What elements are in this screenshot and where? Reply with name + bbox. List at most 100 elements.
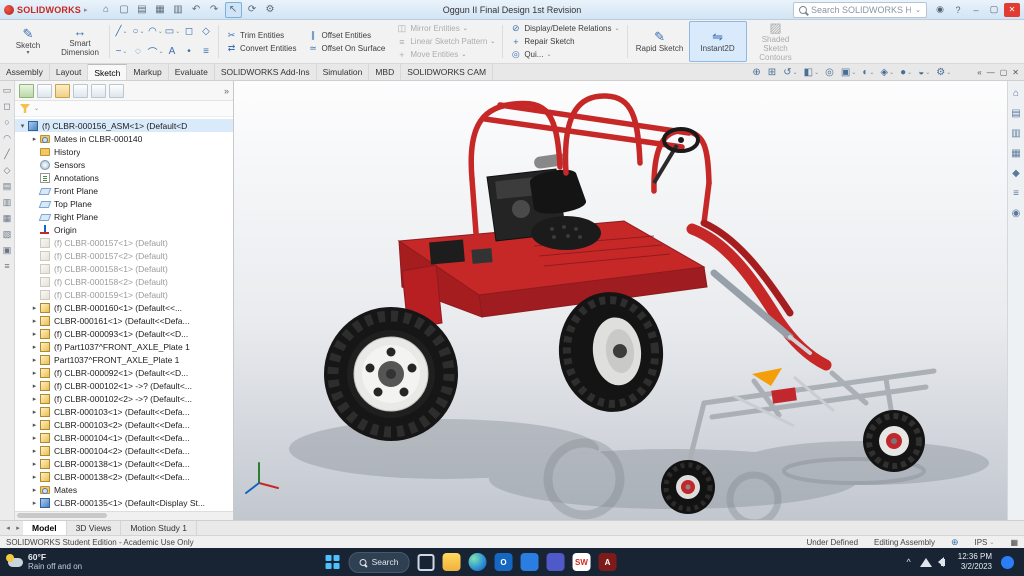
mirror-entities-button[interactable]: ◫ Mirror Entities ⌄ xyxy=(392,23,499,35)
redo-icon[interactable]: ↷ xyxy=(207,3,222,17)
save-icon[interactable]: ▦ xyxy=(153,3,168,17)
line-icon[interactable]: ╱⌄ xyxy=(113,22,130,42)
edit-appearance-icon[interactable]: ●⌄ xyxy=(900,67,912,78)
search-caret-icon[interactable]: ⌄ xyxy=(915,6,921,14)
propertymanager-tab-icon[interactable] xyxy=(37,84,52,98)
tree-item[interactable]: ▸ Part1037^FRONT_AXLE_Plate 1 xyxy=(15,353,233,366)
tree-item[interactable]: ▸ (f) CLBR-000093<1> (Default<<D... xyxy=(15,327,233,340)
tree-item[interactable]: ▸ CLBR-000138<1> (Default<<Defa... xyxy=(15,457,233,470)
trim-entities-button[interactable]: ✂ Trim Entities xyxy=(222,29,303,41)
expand-arrow-icon[interactable]: ▸ xyxy=(30,343,39,351)
start-button[interactable] xyxy=(326,555,341,570)
scrollbar-thumb[interactable] xyxy=(17,513,107,518)
expand-arrow-icon[interactable]: ▸ xyxy=(30,369,39,377)
spline-icon[interactable]: ~⌄ xyxy=(113,42,130,62)
shaded-sketch-contours-button[interactable]: ▨ Shaded Sketch Contours xyxy=(747,21,805,62)
offset-on-surface-button[interactable]: ≃ Offset On Surface xyxy=(303,42,392,54)
tree-item[interactable]: ▸ CLBR-000103<2> (Default<<Defa... xyxy=(15,418,233,431)
expand-arrow-icon[interactable]: ▸ xyxy=(30,473,39,481)
plane-tool-icon[interactable]: ▣ xyxy=(3,246,12,255)
expand-arrow-icon[interactable]: ▸ xyxy=(30,395,39,403)
teams-icon[interactable] xyxy=(547,553,565,571)
document-tab[interactable]: Motion Study 1 xyxy=(121,521,197,535)
previous-view-icon[interactable]: ↺⌄ xyxy=(783,67,797,78)
tree-item[interactable]: ▸ CLBR-000104<2> (Default<<Defa... xyxy=(15,444,233,457)
units-selector[interactable]: IPS⌄ xyxy=(975,538,995,547)
text-icon[interactable]: A xyxy=(164,42,181,62)
design-library-icon[interactable]: ▤ xyxy=(1011,108,1020,119)
graphics-area[interactable] xyxy=(234,81,1007,520)
acrobat-icon[interactable]: A xyxy=(599,553,617,571)
weather-widget[interactable]: 60°F Rain off and on xyxy=(0,548,90,576)
rectangle-icon[interactable]: ▭⌄ xyxy=(164,22,181,42)
sheet-icon[interactable]: ▦ xyxy=(1010,538,1018,547)
tree-item[interactable]: ▸ (f) CLBR-000092<1> (Default<<D... xyxy=(15,366,233,379)
pattern-tool-icon[interactable]: ▧ xyxy=(3,230,12,239)
tree-item[interactable]: ▸ Mates xyxy=(15,483,233,496)
view-palette-icon[interactable]: ▦ xyxy=(1011,148,1020,159)
tree-item[interactable]: ▸ CLBR-000104<1> (Default<<Defa... xyxy=(15,431,233,444)
command-tab[interactable]: Markup xyxy=(127,64,168,80)
polygon-tool-icon[interactable]: ◇ xyxy=(4,166,11,175)
expand-arrow-icon[interactable]: ▸ xyxy=(30,486,39,494)
tree-item[interactable]: Sensors xyxy=(15,158,233,171)
rapid-sketch-button[interactable]: ✎ Rapid Sketch xyxy=(631,21,689,62)
tree-item[interactable]: Right Plane xyxy=(15,210,233,223)
tree-item[interactable]: ▸ (f) Part1037^FRONT_AXLE_Plate 1 xyxy=(15,340,233,353)
pane-collapse-icon[interactable]: « xyxy=(977,68,981,77)
command-tab[interactable]: Sketch xyxy=(88,64,127,80)
instant2d-button[interactable]: ⇋ Instant2D xyxy=(689,21,747,62)
hatch-tool-icon[interactable]: ▥ xyxy=(3,198,12,207)
move-entities-button[interactable]: + Move Entities ⌄ xyxy=(392,49,499,61)
apply-scene-icon[interactable]: ◒⌄ xyxy=(918,67,930,78)
file-explorer-icon[interactable] xyxy=(443,553,461,571)
doc-minimize-icon[interactable]: — xyxy=(987,68,995,77)
ellipse-icon[interactable]: ◌ xyxy=(130,42,147,62)
command-tab[interactable]: Layout xyxy=(50,64,89,80)
custom-properties-icon[interactable]: ≡ xyxy=(1013,188,1019,199)
dynamic-annotation-icon[interactable]: ◎ xyxy=(825,67,835,78)
configurationmanager-tab-icon[interactable] xyxy=(55,84,70,98)
options-icon[interactable]: ⚙ xyxy=(263,3,278,17)
new-document-icon[interactable]: ▢ xyxy=(117,3,132,17)
tree-item[interactable]: ▸ Mates in CLBR-000140 xyxy=(15,132,233,145)
doc-restore-icon[interactable]: ▢ xyxy=(1000,68,1008,77)
home-icon[interactable]: ⌂ xyxy=(99,3,114,17)
expand-arrow-icon[interactable]: ▾ xyxy=(18,122,27,130)
displaymanager-tab-icon[interactable] xyxy=(91,84,106,98)
expand-arrow-icon[interactable]: ▸ xyxy=(30,356,39,364)
sketch-tool-icon[interactable]: ◻ xyxy=(3,102,10,111)
command-tab[interactable]: SOLIDWORKS CAM xyxy=(401,64,493,80)
document-tab[interactable]: Model xyxy=(23,521,67,535)
cam-feature-tree-tab-icon[interactable] xyxy=(109,84,124,98)
help-search-box[interactable]: Search SOLIDWORKS Help ⌄ xyxy=(793,2,927,18)
quick-snaps-button[interactable]: ◎ Qui... ⌄ xyxy=(506,49,623,61)
rebuild-icon[interactable]: ⟳ xyxy=(245,3,260,17)
expand-arrow-icon[interactable]: ▸ xyxy=(30,460,39,468)
tree-item[interactable]: ▸ CLBR-000135<1> (Default<Display St... xyxy=(15,496,233,509)
expand-arrow-icon[interactable]: ▸ xyxy=(30,408,39,416)
fillet-icon[interactable]: ⌒⌄ xyxy=(147,42,164,62)
hide-show-items-icon[interactable]: ◈⌄ xyxy=(880,67,894,78)
solidworks-taskbar-icon[interactable]: SW xyxy=(573,553,591,571)
tree-item[interactable]: Front Plane xyxy=(15,184,233,197)
arc-icon[interactable]: ◠⌄ xyxy=(147,22,164,42)
clock[interactable]: 12:36 PM 3/2/2023 xyxy=(958,552,992,572)
slot-icon[interactable]: ◻ xyxy=(181,22,198,42)
notification-icon[interactable] xyxy=(1001,556,1014,569)
expand-arrow-icon[interactable]: ▸ xyxy=(30,421,39,429)
expand-arrow-icon[interactable]: ▸ xyxy=(30,434,39,442)
offset-entities-button[interactable]: ∥ Offset Entities xyxy=(303,29,392,41)
print-icon[interactable]: ▥ xyxy=(171,3,186,17)
select-tool-icon[interactable]: ↖ xyxy=(225,2,242,18)
tree-item[interactable]: ▸ CLBR-000103<1> (Default<<Defa... xyxy=(15,405,233,418)
smart-dimension-button[interactable]: ↔ Smart Dimension xyxy=(54,21,106,62)
taskbar-search[interactable]: Search xyxy=(349,552,410,573)
open-icon[interactable]: ▤ xyxy=(135,3,150,17)
zoom-fit-icon[interactable]: ⊕ xyxy=(752,67,761,78)
tree-item[interactable]: ▸ (f) CLBR-000160<1> (Default<<... xyxy=(15,301,233,314)
doc-close-icon[interactable]: ✕ xyxy=(1012,68,1019,77)
expand-arrow-icon[interactable]: ▸ xyxy=(30,317,39,325)
featuremanager-tab-icon[interactable] xyxy=(19,84,34,98)
store-icon[interactable] xyxy=(521,553,539,571)
